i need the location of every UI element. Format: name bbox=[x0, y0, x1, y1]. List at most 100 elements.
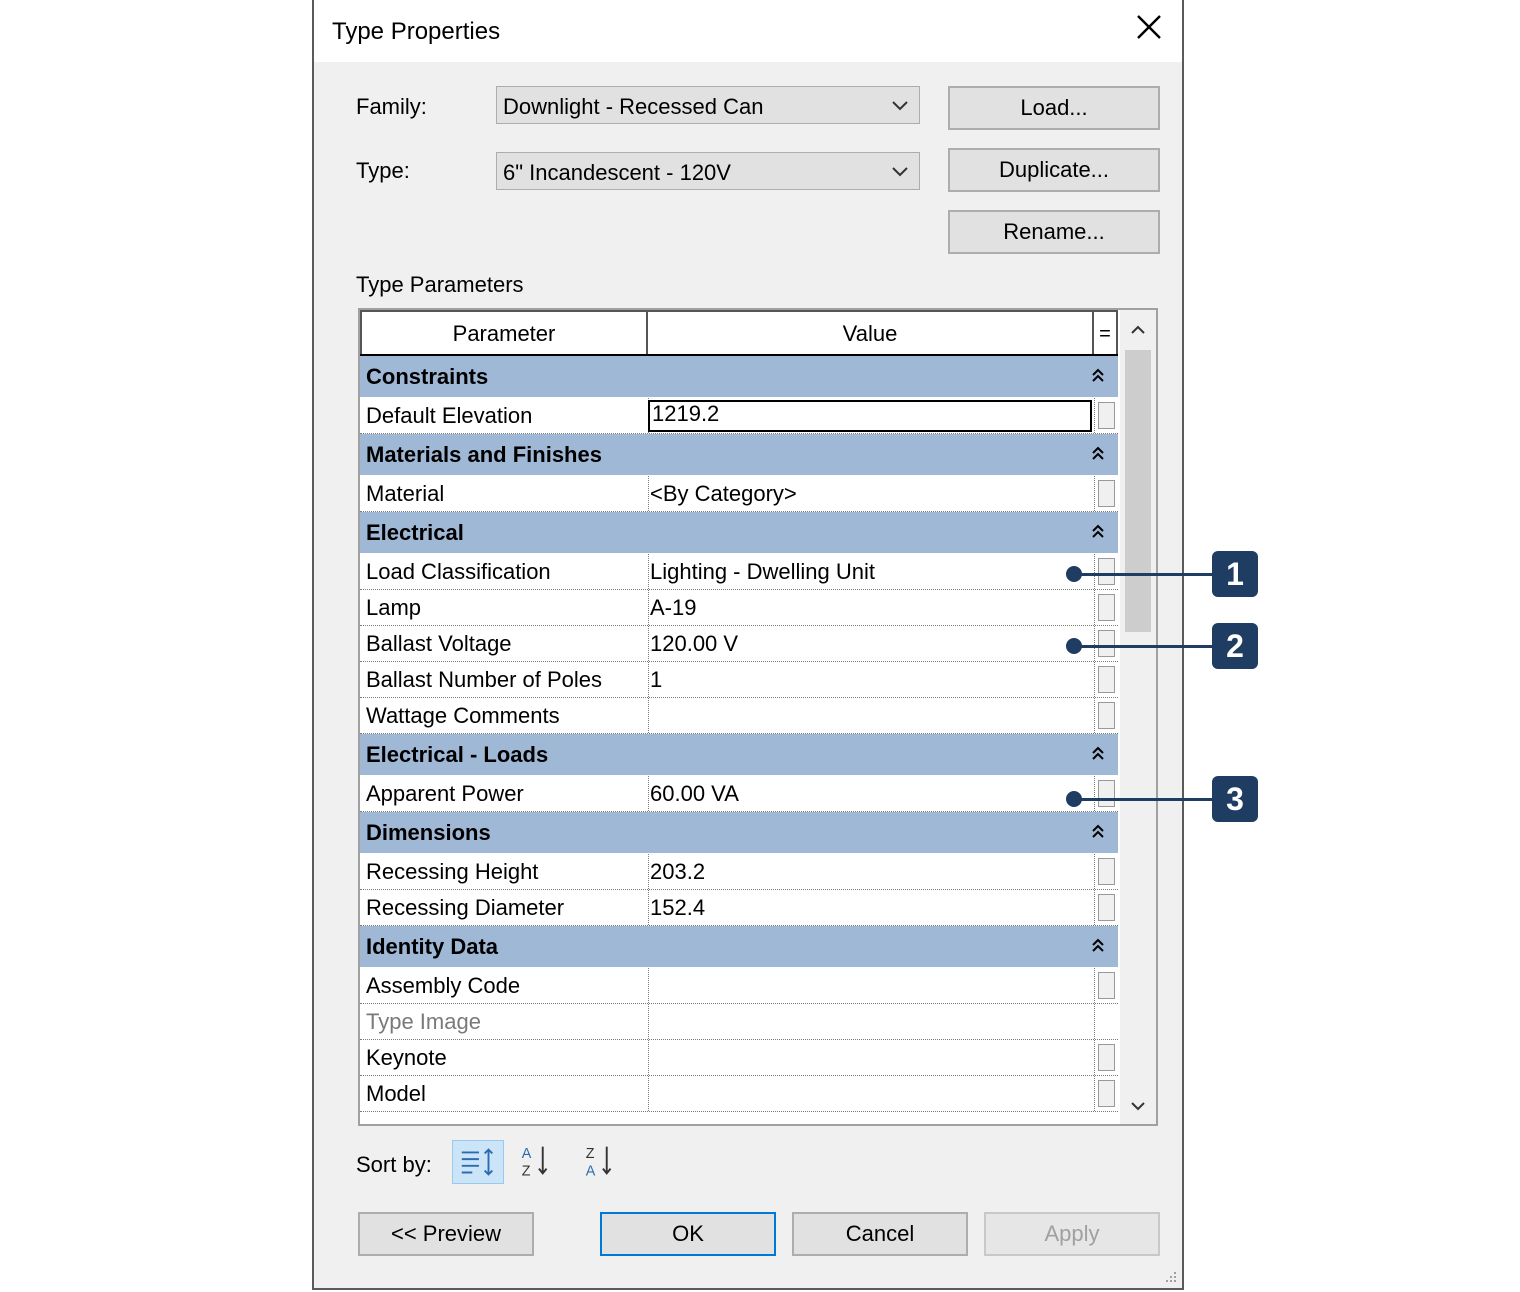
resize-grip-icon[interactable] bbox=[1164, 1270, 1178, 1284]
param-value[interactable]: 152.4 bbox=[650, 895, 705, 921]
associate-parameter-button[interactable] bbox=[1098, 780, 1115, 807]
param-row-default-elevation[interactable]: Default Elevation 1219.2 bbox=[360, 398, 1118, 434]
sort-descending-icon[interactable]: ZA bbox=[576, 1140, 628, 1184]
callout-3-line bbox=[1074, 798, 1212, 801]
column-divider bbox=[1094, 626, 1095, 661]
param-row-ballast-number-of-poles[interactable]: Ballast Number of Poles 1 bbox=[360, 662, 1118, 698]
apply-button-label: Apply bbox=[1044, 1221, 1100, 1246]
scroll-down-icon[interactable] bbox=[1128, 1096, 1148, 1116]
param-value[interactable]: 60.00 VA bbox=[650, 781, 739, 807]
associate-parameter-button[interactable] bbox=[1098, 402, 1115, 429]
group-name: Dimensions bbox=[366, 820, 491, 845]
associate-parameter-button[interactable] bbox=[1098, 702, 1115, 729]
load-button[interactable]: Load... bbox=[948, 86, 1160, 130]
param-row-wattage-comments[interactable]: Wattage Comments bbox=[360, 698, 1118, 734]
header-value[interactable]: Value bbox=[648, 310, 1094, 354]
scroll-up-icon[interactable] bbox=[1128, 320, 1148, 340]
param-row-ballast-voltage[interactable]: Ballast Voltage 120.00 V bbox=[360, 626, 1118, 662]
param-row-apparent-power[interactable]: Apparent Power 60.00 VA bbox=[360, 776, 1118, 812]
param-name: Apparent Power bbox=[366, 781, 524, 806]
collapse-icon[interactable] bbox=[1090, 366, 1106, 386]
param-value[interactable]: 1 bbox=[650, 667, 662, 693]
rename-button-label: Rename... bbox=[1003, 219, 1105, 244]
group-name: Electrical bbox=[366, 520, 464, 545]
collapse-icon[interactable] bbox=[1090, 444, 1106, 464]
collapse-icon[interactable] bbox=[1090, 936, 1106, 956]
type-parameters-label: Type Parameters bbox=[356, 272, 524, 297]
group-header-constraints[interactable]: Constraints bbox=[360, 356, 1118, 398]
column-divider bbox=[1094, 398, 1095, 433]
column-divider bbox=[1094, 554, 1095, 589]
param-row-model[interactable]: Model bbox=[360, 1076, 1118, 1112]
associate-parameter-button[interactable] bbox=[1098, 594, 1115, 621]
column-divider bbox=[648, 476, 649, 511]
grid-rows: Constraints Default Elevation 1219.2 Materi… bbox=[360, 356, 1118, 1112]
param-name: Recessing Height bbox=[366, 859, 539, 884]
collapse-icon[interactable] bbox=[1090, 522, 1106, 542]
group-header-identity-data[interactable]: Identity Data bbox=[360, 926, 1118, 968]
scrollbar-thumb[interactable] bbox=[1125, 350, 1151, 632]
preview-button[interactable]: << Preview bbox=[358, 1212, 534, 1256]
associate-parameter-button[interactable] bbox=[1098, 1044, 1115, 1071]
type-value: 6" Incandescent - 120V bbox=[503, 160, 731, 185]
chevron-down-icon bbox=[892, 101, 908, 111]
param-name: Keynote bbox=[366, 1045, 447, 1070]
group-header-dimensions[interactable]: Dimensions bbox=[360, 812, 1118, 854]
family-value: Downlight - Recessed Can bbox=[503, 94, 764, 119]
type-dropdown[interactable]: 6" Incandescent - 120V bbox=[496, 152, 920, 190]
group-header-materials-and-finishes[interactable]: Materials and Finishes bbox=[360, 434, 1118, 476]
column-divider bbox=[1094, 1004, 1095, 1039]
associate-parameter-button[interactable] bbox=[1098, 630, 1115, 657]
collapse-icon[interactable] bbox=[1090, 744, 1106, 764]
associate-parameter-button[interactable] bbox=[1098, 1080, 1115, 1107]
param-row-recessing-height[interactable]: Recessing Height 203.2 bbox=[360, 854, 1118, 890]
close-icon[interactable] bbox=[1134, 12, 1164, 46]
group-header-electrical-loads[interactable]: Electrical - Loads bbox=[360, 734, 1118, 776]
param-row-recessing-diameter[interactable]: Recessing Diameter 152.4 bbox=[360, 890, 1118, 926]
callout-2-line bbox=[1074, 645, 1212, 648]
type-properties-dialog: Type Properties Family: Downlight - Rece… bbox=[312, 0, 1184, 1290]
column-divider bbox=[648, 890, 649, 925]
param-row-material[interactable]: Material <By Category> bbox=[360, 476, 1118, 512]
param-row-type-image[interactable]: Type Image bbox=[360, 1004, 1118, 1040]
param-row-load-classification[interactable]: Load Classification Lighting - Dwelling U… bbox=[360, 554, 1118, 590]
param-value[interactable]: 120.00 V bbox=[650, 631, 738, 657]
column-divider bbox=[648, 776, 649, 811]
header-parameter[interactable]: Parameter bbox=[360, 310, 648, 354]
callout-2-badge: 2 bbox=[1212, 623, 1258, 669]
associate-parameter-button[interactable] bbox=[1098, 858, 1115, 885]
column-divider bbox=[1094, 1040, 1095, 1075]
param-value[interactable]: 203.2 bbox=[650, 859, 705, 885]
column-divider bbox=[648, 554, 649, 589]
rename-button[interactable]: Rename... bbox=[948, 210, 1160, 254]
param-row-keynote[interactable]: Keynote bbox=[360, 1040, 1118, 1076]
param-name: Model bbox=[366, 1081, 426, 1106]
column-divider bbox=[648, 698, 649, 733]
family-label: Family: bbox=[356, 94, 427, 119]
param-row-assembly-code[interactable]: Assembly Code bbox=[360, 968, 1118, 1004]
param-value[interactable]: 1219.2 bbox=[652, 401, 719, 427]
svg-text:A: A bbox=[586, 1163, 596, 1179]
collapse-icon[interactable] bbox=[1090, 822, 1106, 842]
vertical-scrollbar[interactable] bbox=[1120, 310, 1156, 1124]
family-dropdown[interactable]: Downlight - Recessed Can bbox=[496, 86, 920, 124]
group-header-electrical[interactable]: Electrical bbox=[360, 512, 1118, 554]
associate-parameter-button[interactable] bbox=[1098, 894, 1115, 921]
sort-by-label: Sort by: bbox=[356, 1152, 432, 1177]
apply-button[interactable]: Apply bbox=[984, 1212, 1160, 1256]
associate-parameter-button[interactable] bbox=[1098, 972, 1115, 999]
cancel-button[interactable]: Cancel bbox=[792, 1212, 968, 1256]
param-row-lamp[interactable]: Lamp A-19 bbox=[360, 590, 1118, 626]
param-value[interactable]: A-19 bbox=[650, 595, 696, 621]
ok-button[interactable]: OK bbox=[600, 1212, 776, 1256]
sort-ascending-icon[interactable]: AZ bbox=[512, 1140, 564, 1184]
duplicate-button[interactable]: Duplicate... bbox=[948, 148, 1160, 192]
sort-grouped-icon[interactable] bbox=[452, 1140, 504, 1184]
associate-parameter-button[interactable] bbox=[1098, 558, 1115, 585]
associate-parameter-button[interactable] bbox=[1098, 480, 1115, 507]
preview-button-label: << Preview bbox=[390, 1221, 502, 1246]
param-value[interactable]: Lighting - Dwelling Unit bbox=[650, 559, 875, 585]
param-value[interactable]: <By Category> bbox=[650, 481, 797, 507]
associate-parameter-button[interactable] bbox=[1098, 666, 1115, 693]
group-name: Constraints bbox=[366, 364, 489, 389]
